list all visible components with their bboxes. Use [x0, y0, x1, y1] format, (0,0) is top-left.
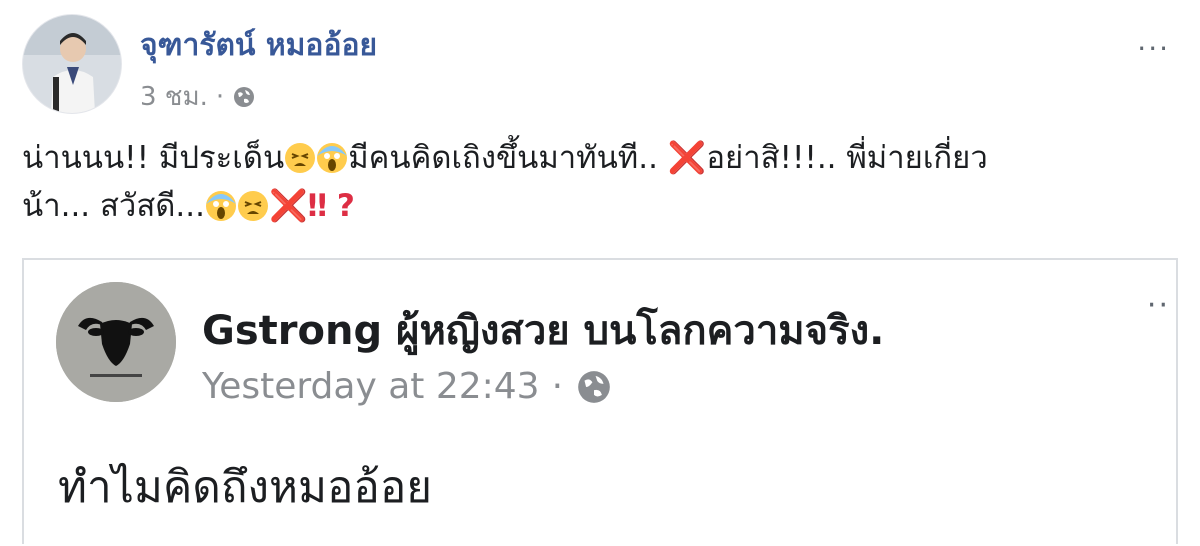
shared-post-time[interactable]: Yesterday at 22:43: [202, 366, 540, 407]
post-text-line-2: น้า... สวัสดี... ❌‼ ?: [22, 182, 1182, 230]
question-mark-emoji: ?: [336, 188, 355, 224]
text-segment: มีคนคิดเถิงขึ้นมาทันที..: [348, 140, 668, 176]
shared-post-card[interactable]: Gstrong ผู้หญิงสวย บนโลกความจริง. Yester…: [22, 258, 1178, 544]
tired-face-emoji: [237, 191, 268, 221]
text-segment: อย่าสิ!!!.. พี่ม่ายเกี่ยว: [706, 140, 988, 176]
author-avatar[interactable]: [22, 14, 122, 114]
post-meta: 3 ชม. ·: [140, 76, 256, 117]
screaming-face-emoji: [205, 191, 236, 221]
screaming-face-emoji: [317, 143, 348, 173]
post-header: จุฑารัตน์ หมออ้อย 3 ชม. · ···: [22, 14, 1182, 114]
author-name[interactable]: จุฑารัตน์ หมออ้อย: [140, 22, 377, 69]
double-exclamation-emoji: ‼: [307, 188, 328, 224]
separator-dot: ·: [215, 81, 225, 112]
shared-post-text: ทำไมคิดถึงหมออ้อย: [58, 462, 433, 513]
globe-icon: [234, 86, 255, 107]
shared-author-name[interactable]: Gstrong ผู้หญิงสวย บนโลกความจริง.: [202, 298, 884, 362]
text-segment: น้า... สวัสดี...: [22, 188, 205, 224]
text-segment: น่านนน!! มีประเด็น: [22, 140, 285, 176]
more-options-icon[interactable]: ··: [1147, 288, 1170, 323]
post-text-line-1: น่านนน!! มีประเด็น มีคนคิดเถิงขึ้นมาทันที…: [22, 134, 1182, 182]
shared-author-avatar[interactable]: [56, 282, 176, 402]
post-time[interactable]: 3 ชม.: [140, 76, 208, 117]
separator-dot: ·: [551, 366, 564, 407]
cross-mark-emoji: ❌: [667, 140, 707, 176]
globe-icon: [578, 370, 610, 403]
shared-post-meta: Yesterday at 22:43 ·: [202, 366, 613, 407]
tired-face-emoji: [285, 143, 316, 173]
cross-mark-emoji: ❌: [268, 188, 308, 224]
more-options-icon[interactable]: ···: [1137, 32, 1170, 65]
post-text: น่านนน!! มีประเด็น มีคนคิดเถิงขึ้นมาทันที…: [22, 134, 1182, 230]
